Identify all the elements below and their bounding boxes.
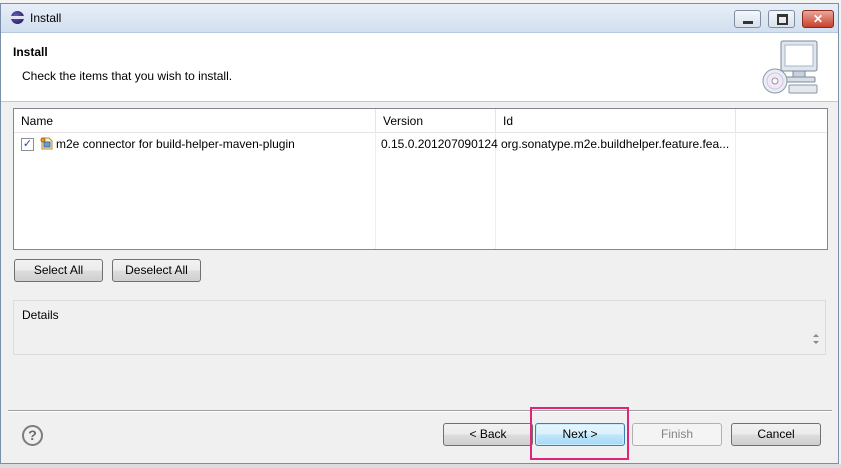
maximize-icon [777, 14, 788, 25]
finish-button: Finish [632, 423, 722, 446]
cancel-button[interactable]: Cancel [731, 423, 821, 446]
item-id: org.sonatype.m2e.buildhelper.feature.fea… [501, 137, 730, 151]
help-icon[interactable]: ? [22, 425, 43, 446]
item-checkbox[interactable]: ✓ [21, 138, 34, 151]
minimize-button[interactable] [734, 10, 761, 28]
page-title: Install [13, 45, 48, 59]
close-icon: ✕ [812, 12, 824, 26]
item-version: 0.15.0.201207090124 [381, 137, 498, 151]
table-header: Name Version Id [14, 109, 827, 133]
column-header-version[interactable]: Version [376, 109, 496, 132]
column-header-name[interactable]: Name [14, 109, 376, 132]
eclipse-icon [11, 11, 24, 24]
close-button[interactable]: ✕ [802, 10, 834, 28]
window-title: Install [30, 11, 62, 25]
details-scroll-arrows[interactable] [811, 330, 821, 348]
page-description: Check the items that you wish to install… [22, 69, 233, 83]
background-strip [0, 464, 841, 468]
scroll-up-icon [813, 334, 819, 337]
button-bar-separator [8, 410, 832, 412]
install-dialog: Install ✕ Install Check the items that y… [0, 3, 839, 464]
install-items-table: Name Version Id ✓ m2e connector for buil… [13, 108, 828, 250]
wizard-header: Install Check the items that you wish to… [1, 33, 838, 102]
item-name: m2e connector for build-helper-maven-plu… [56, 137, 295, 151]
title-bar[interactable]: Install ✕ [1, 4, 838, 33]
maximize-button[interactable] [768, 10, 795, 28]
plugin-feature-icon [40, 137, 53, 150]
next-button-highlight [530, 407, 629, 460]
details-label: Details [22, 308, 59, 322]
select-all-button[interactable]: Select All [14, 259, 103, 282]
deselect-all-button[interactable]: Deselect All [112, 259, 201, 282]
back-button[interactable]: < Back [443, 423, 533, 446]
details-group: Details [13, 300, 826, 355]
column-header-id[interactable]: Id [496, 109, 736, 132]
table-row[interactable]: ✓ m2e connector for build-helper-maven-p… [14, 133, 827, 155]
minimize-icon [743, 21, 753, 24]
scroll-down-icon [813, 341, 819, 344]
monitor-cd-icon [762, 40, 818, 94]
column-header-empty [736, 109, 827, 132]
